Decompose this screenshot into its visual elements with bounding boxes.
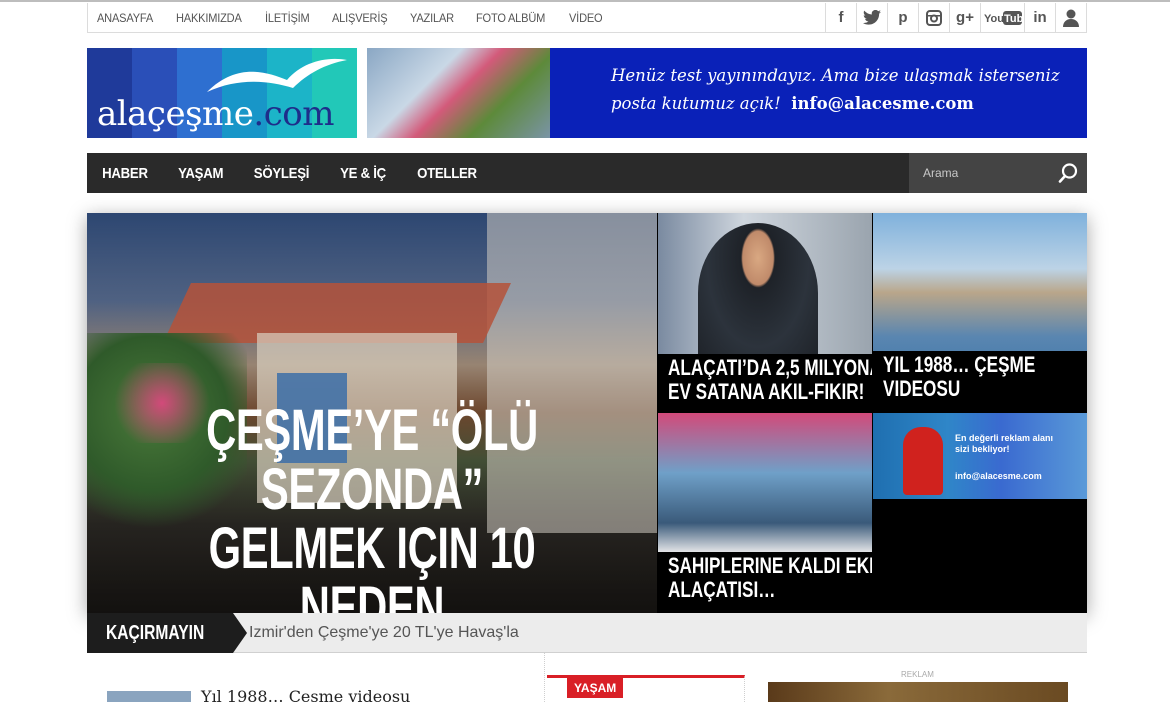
- ad-tile-line2: sizi bekliyor!: [955, 444, 1010, 454]
- tile-1-photo: [698, 223, 818, 363]
- banner-line1: Henüz test yayınındayız. Ama bize ulaşma…: [611, 66, 1060, 85]
- top-bar: ANASAYFA HAKKIMIZDA İLETİŞİM ALIŞVERİŞ Y…: [87, 3, 1087, 33]
- social-links: f p g+ YouTube in: [825, 3, 1086, 32]
- topnav-alisveris[interactable]: ALIŞVERİŞ: [332, 11, 388, 25]
- category-block: YAŞAM: [547, 675, 745, 702]
- tile-2-line1: YIL 1988… ÇEŞME: [883, 352, 1036, 377]
- ticker-headline[interactable]: Izmir'den Çeşme'ye 20 TL'ye Havaş'la: [249, 613, 519, 653]
- tile-1-line2: EV SATANA AKIL-FIKIR!: [668, 379, 865, 404]
- ticker-label: KAÇIRMAYIN: [87, 613, 233, 653]
- tile-3-caption: SAHIPLERINE KALDI EKIM ALAÇATISI…: [658, 552, 872, 613]
- topnav-iletisim[interactable]: İLETİŞİM: [265, 11, 310, 25]
- topnav-anasayfa[interactable]: ANASAYFA: [97, 11, 153, 25]
- tile-1-caption: ALAÇATI’DA 2,5 MILYONA EV SATANA AKIL-FI…: [658, 354, 872, 412]
- mainnav-haber[interactable]: HABER: [102, 165, 148, 182]
- logo-text: alaçeşme.com: [97, 94, 334, 134]
- news-ticker: KAÇIRMAYIN Izmir'den Çeşme'ye 20 TL'ye H…: [87, 613, 1087, 653]
- twitter-icon[interactable]: [856, 3, 887, 32]
- tile-1-line1: ALAÇATI’DA 2,5 MILYONA: [668, 355, 872, 380]
- mainnav-oteller[interactable]: OTELLER: [417, 165, 477, 182]
- main-nav-items: HABER YAŞAM SÖYLEŞİ YE & İÇ OTELLER: [87, 153, 493, 193]
- svg-text:You: You: [984, 13, 1004, 25]
- youtube-icon[interactable]: YouTube: [980, 3, 1024, 32]
- facebook-glyph: f: [838, 9, 844, 26]
- category-tag[interactable]: YAŞAM: [567, 678, 624, 698]
- logo-text-main: alaçeşme: [97, 94, 254, 134]
- article-thumbnail[interactable]: [107, 691, 191, 702]
- mainnav-soylesi[interactable]: SÖYLEŞİ: [254, 165, 310, 182]
- ad-tile-email: info@alacesme.com: [955, 471, 1042, 481]
- search-box: [909, 153, 1087, 193]
- ad-tile-text: En değerli reklam alanı sizi bekliyor!: [955, 433, 1053, 455]
- googleplus-icon[interactable]: g+: [949, 3, 980, 32]
- content-area: Yıl 1988… Çeşme videosu YAŞAM REKLAM: [87, 653, 1087, 702]
- ticker-label-text: KAÇIRMAYIN: [106, 622, 205, 644]
- facebook-icon[interactable]: f: [825, 3, 856, 32]
- logo-text-dot: .com: [253, 94, 334, 134]
- user-icon[interactable]: [1055, 3, 1086, 32]
- banner-line2-wrap: posta kutumuz açık! info@alacesme.com: [611, 90, 1081, 118]
- feature-tile-1[interactable]: ALAÇATI’DA 2,5 MILYONA EV SATANA AKIL-FI…: [658, 213, 872, 412]
- svg-text:Tube: Tube: [1004, 13, 1022, 25]
- tile-3-line2: ALAÇATISI…: [668, 577, 776, 602]
- top-nav: ANASAYFA HAKKIMIZDA İLETİŞİM ALIŞVERİŞ Y…: [88, 3, 614, 32]
- top-border: [0, 0, 1170, 2]
- seagull-icon: [207, 58, 347, 92]
- feature-tile-3[interactable]: SAHIPLERINE KALDI EKIM ALAÇATISI…: [658, 413, 872, 613]
- ticker-arrow: [233, 613, 247, 653]
- ad-tile[interactable]: En değerli reklam alanı sizi bekliyor! i…: [873, 413, 1087, 499]
- topnav-hakkimizda[interactable]: HAKKIMIZDA: [176, 11, 242, 25]
- page: ANASAYFA HAKKIMIZDA İLETİŞİM ALIŞVERİŞ Y…: [0, 0, 1170, 702]
- article-title[interactable]: Yıl 1988… Çeşme videosu: [201, 687, 410, 702]
- linkedin-glyph: in: [1033, 9, 1047, 26]
- feature-tile-2[interactable]: YIL 1988… ÇEŞME VIDEOSU: [873, 213, 1087, 412]
- ad-tile-line1: En değerli reklam alanı: [955, 433, 1054, 443]
- topnav-foto-album[interactable]: FOTO ALBÜM: [476, 11, 545, 25]
- reklam-label: REKLAM: [901, 670, 934, 679]
- featured-slider: ÇEŞME’YE “ÖLÜ SEZONDA” GELMEK IÇIN 10 NE…: [87, 213, 1087, 613]
- tile-2-caption: YIL 1988… ÇEŞME VIDEOSU: [873, 351, 1087, 412]
- banner-text: Henüz test yayınındayız. Ama bize ulaşma…: [611, 62, 1081, 118]
- mainnav-ye-ic[interactable]: YE & İÇ: [340, 165, 386, 182]
- topnav-yazilar[interactable]: YAZILAR: [410, 11, 454, 25]
- main-nav: HABER YAŞAM SÖYLEŞİ YE & İÇ OTELLER: [87, 153, 1087, 193]
- linkedin-icon[interactable]: in: [1024, 3, 1055, 32]
- tile-3-line1: SAHIPLERINE KALDI EKIM: [668, 553, 872, 578]
- tile-2-line2: VIDEOSU: [883, 376, 961, 401]
- banner-email: info@alacesme.com: [791, 94, 974, 113]
- site-logo[interactable]: alaçeşme.com: [87, 48, 357, 138]
- mainnav-yasam[interactable]: YAŞAM: [178, 165, 223, 182]
- sidebar-ad-image[interactable]: [768, 682, 1068, 702]
- pinterest-icon[interactable]: p: [887, 3, 918, 32]
- topnav-video[interactable]: VİDEO: [569, 11, 603, 25]
- sidebar-ad: REKLAM: [747, 653, 1087, 702]
- search-input[interactable]: [909, 153, 1049, 193]
- hero-article[interactable]: ÇEŞME’YE “ÖLÜ SEZONDA” GELMEK IÇIN 10 NE…: [87, 213, 657, 613]
- googleplus-glyph: g+: [956, 9, 974, 26]
- instagram-icon[interactable]: [918, 3, 949, 32]
- lantern-image: [903, 427, 943, 495]
- pinterest-glyph: p: [898, 9, 908, 26]
- article-list: Yıl 1988… Çeşme videosu: [87, 653, 545, 702]
- search-icon[interactable]: [1057, 162, 1079, 184]
- header-banner[interactable]: Henüz test yayınındayız. Ama bize ulaşma…: [367, 48, 1087, 138]
- banner-line2: posta kutumuz açık!: [611, 94, 781, 113]
- hero-headline[interactable]: ÇEŞME’YE “ÖLÜ SEZONDA” GELMEK IÇIN 10 NE…: [181, 401, 563, 613]
- banner-photo: [367, 48, 550, 138]
